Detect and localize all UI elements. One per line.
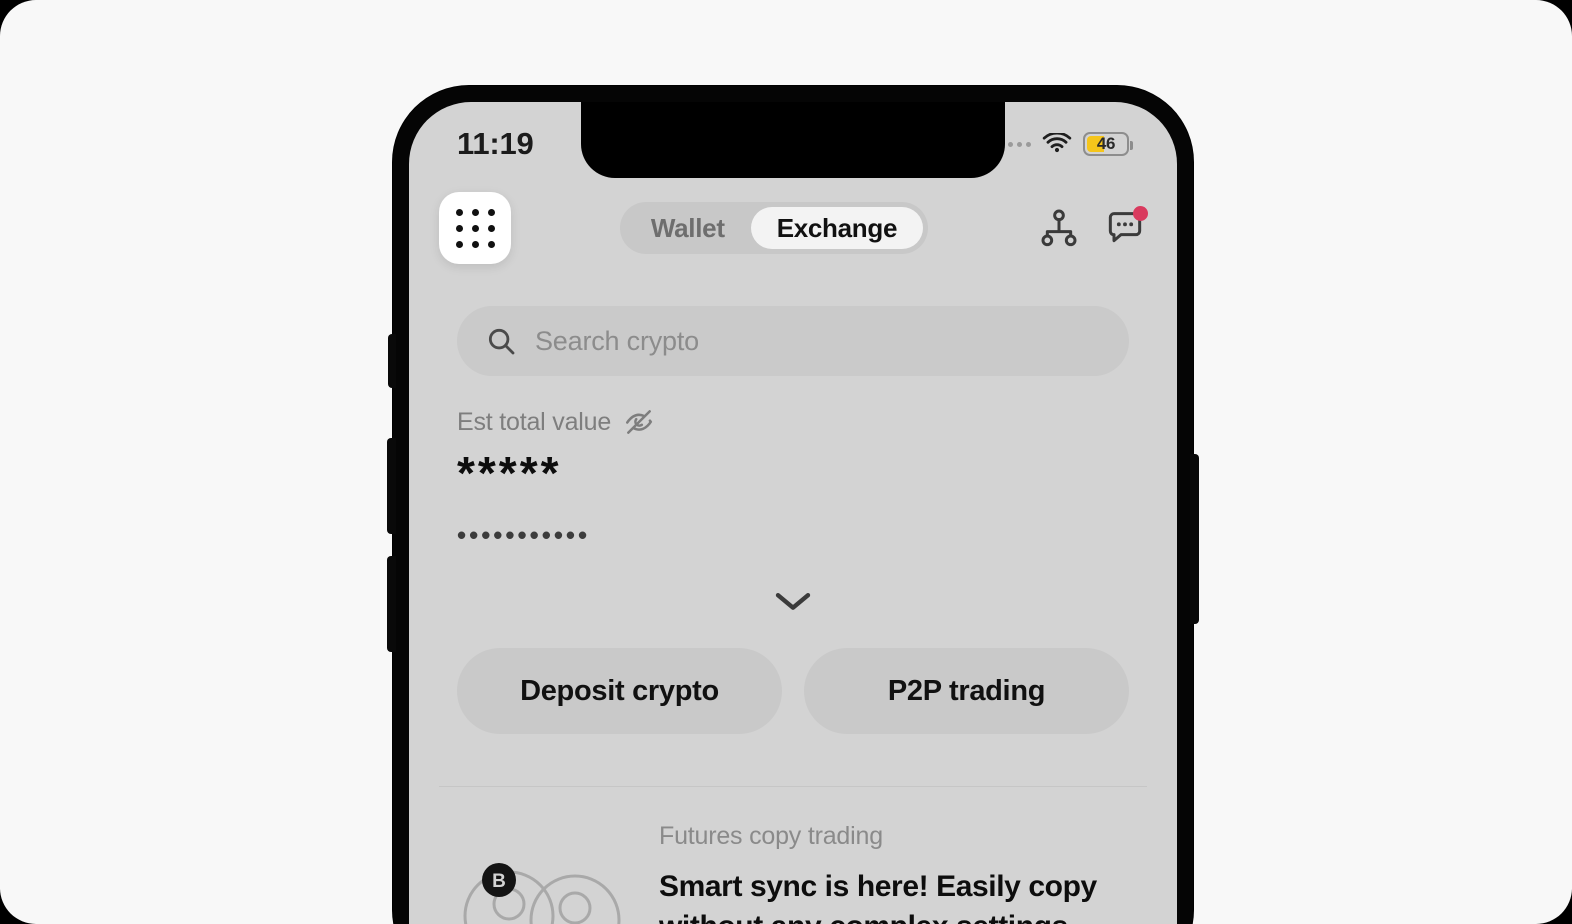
wallet-exchange-segmented-control[interactable]: Wallet Exchange — [619, 202, 929, 254]
status-bar-time: 11:19 — [457, 126, 534, 161]
balance-masked-value: ***** — [457, 447, 562, 499]
promo-title: Smart sync is here! Easily copy without … — [659, 870, 1097, 924]
eye-off-icon[interactable] — [623, 406, 655, 438]
battery-icon: 46 — [1083, 132, 1133, 156]
promo-kicker: Futures copy trading — [659, 822, 883, 850]
wifi-icon — [1042, 133, 1072, 153]
grid-apps-button[interactable] — [439, 192, 511, 264]
p2p-trading-button[interactable]: P2P trading — [804, 648, 1129, 734]
section-divider — [439, 786, 1147, 787]
header-icon-group — [1037, 206, 1148, 250]
tab-exchange[interactable]: Exchange — [750, 207, 924, 249]
page-canvas: 11:19 46 Wallet Exchange Search crypto E… — [0, 0, 1572, 924]
app-header: Wallet Exchange — [409, 180, 1177, 276]
search-icon — [488, 328, 515, 355]
search-crypto-field[interactable]: Search crypto — [457, 306, 1129, 376]
phone-screen: 11:19 46 Wallet Exchange Search crypto E… — [409, 102, 1177, 924]
phone-device-frame: 11:19 46 Wallet Exchange Search crypto E… — [387, 86, 1199, 924]
chat-button[interactable] — [1103, 206, 1148, 250]
chevron-down-icon — [775, 593, 811, 610]
futures-copy-trading-card[interactable]: B Futures copy trading Smart sync is her… — [457, 808, 1129, 924]
balance-label: Est total value — [457, 407, 612, 436]
search-input-placeholder: Search crypto — [535, 325, 699, 356]
expand-balance-button[interactable] — [409, 588, 1177, 614]
volume-up-button[interactable] — [387, 438, 396, 534]
mute-switch[interactable] — [388, 334, 396, 388]
chat-notification-badge — [1133, 206, 1148, 221]
deposit-crypto-button[interactable]: Deposit crypto — [457, 648, 782, 734]
status-bar-indicators: 46 — [999, 132, 1133, 156]
quick-actions-row: Deposit crypto P2P trading — [457, 648, 1129, 734]
power-button[interactable] — [1190, 454, 1199, 624]
balance-section: Est total value ***** ••••••••••• — [457, 406, 1129, 548]
balance-masked-subvalue: ••••••••••• — [457, 520, 591, 550]
grid-apps-icon — [455, 208, 495, 248]
network-nodes-icon — [1041, 209, 1077, 247]
display-notch — [581, 102, 1005, 178]
promo-text-block: Futures copy trading Smart sync is here!… — [659, 808, 1129, 924]
volume-down-button[interactable] — [387, 556, 396, 652]
battery-percent-label: 46 — [1096, 134, 1116, 153]
trader-avatars-icon: B — [457, 838, 633, 924]
network-nodes-button[interactable] — [1037, 206, 1081, 250]
balance-label-row[interactable]: Est total value — [457, 406, 1129, 438]
tab-wallet[interactable]: Wallet — [625, 207, 751, 249]
svg-text:B: B — [492, 871, 506, 892]
